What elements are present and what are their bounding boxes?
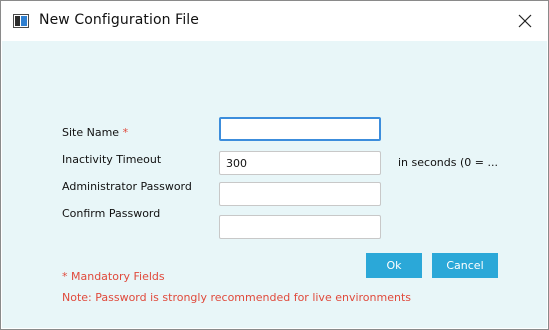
admin-password-input[interactable] xyxy=(219,182,381,206)
app-window-icon xyxy=(13,14,29,28)
site-name-input[interactable] xyxy=(219,117,381,141)
ok-button[interactable]: Ok xyxy=(366,253,422,278)
close-icon xyxy=(518,14,532,28)
inactivity-timeout-input[interactable] xyxy=(219,151,381,175)
window-title: New Configuration File xyxy=(39,12,200,28)
title-bar: New Configuration File xyxy=(1,1,548,41)
admin-password-label: Administrator Password xyxy=(62,180,192,193)
inactivity-timeout-label: Inactivity Timeout xyxy=(62,153,162,166)
close-button[interactable] xyxy=(502,1,548,41)
dialog-window: New Configuration File Site Name * Inact… xyxy=(0,0,549,330)
inactivity-timeout-hint: in seconds (0 = ... xyxy=(398,156,498,169)
site-name-label: Site Name * xyxy=(62,126,129,139)
confirm-password-label: Confirm Password xyxy=(62,207,161,220)
cancel-button[interactable]: Cancel xyxy=(432,253,498,278)
confirm-password-input[interactable] xyxy=(219,215,381,239)
required-marker: * xyxy=(122,126,129,139)
mandatory-fields-note: * Mandatory Fields xyxy=(62,270,165,283)
password-recommendation-note: Note: Password is strongly recommended f… xyxy=(62,291,411,304)
